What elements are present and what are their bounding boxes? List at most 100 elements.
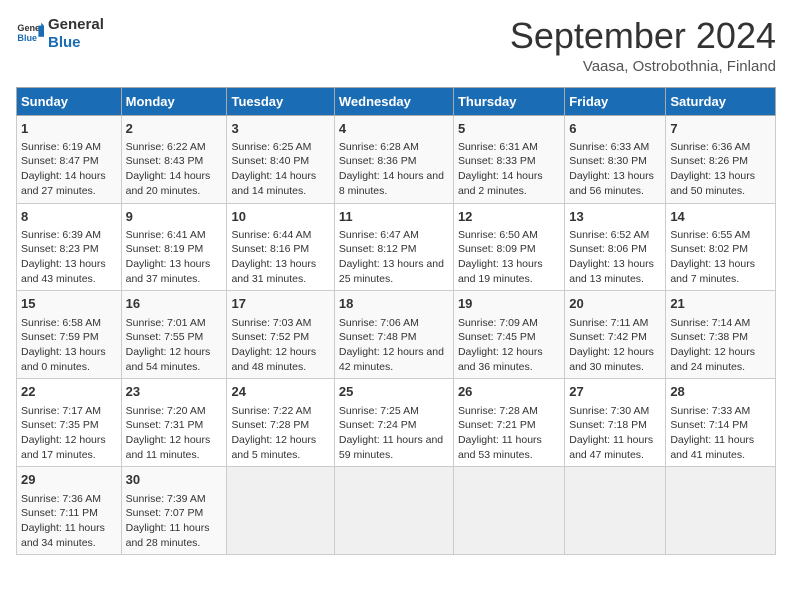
calendar-table: SundayMondayTuesdayWednesdayThursdayFrid… bbox=[16, 87, 776, 556]
col-header-saturday: Saturday bbox=[666, 87, 776, 115]
daylight-text: Daylight: 14 hours and 8 minutes. bbox=[339, 170, 444, 197]
sunrise-text: Sunrise: 7:17 AM bbox=[21, 405, 101, 417]
calendar-cell: 4Sunrise: 6:28 AMSunset: 8:36 PMDaylight… bbox=[334, 115, 453, 203]
calendar-cell: 16Sunrise: 7:01 AMSunset: 7:55 PMDayligh… bbox=[121, 291, 227, 379]
calendar-cell: 3Sunrise: 6:25 AMSunset: 8:40 PMDaylight… bbox=[227, 115, 334, 203]
sunset-text: Sunset: 7:59 PM bbox=[21, 331, 99, 343]
calendar-cell: 29Sunrise: 7:36 AMSunset: 7:11 PMDayligh… bbox=[17, 467, 122, 555]
sunrise-text: Sunrise: 6:39 AM bbox=[21, 229, 101, 241]
calendar-cell: 6Sunrise: 6:33 AMSunset: 8:30 PMDaylight… bbox=[565, 115, 666, 203]
day-number: 2 bbox=[126, 120, 223, 138]
daylight-text: Daylight: 13 hours and 37 minutes. bbox=[126, 258, 211, 285]
daylight-text: Daylight: 12 hours and 11 minutes. bbox=[126, 434, 211, 461]
sunset-text: Sunset: 7:14 PM bbox=[670, 419, 748, 431]
sunset-text: Sunset: 8:33 PM bbox=[458, 155, 536, 167]
daylight-text: Daylight: 11 hours and 28 minutes. bbox=[126, 522, 210, 549]
calendar-cell bbox=[227, 467, 334, 555]
calendar-cell: 24 Sunrise: 7:22 AM Sunset: 7:28 PM Dayligh… bbox=[227, 379, 334, 467]
calendar-cell: 28Sunrise: 7:33 AMSunset: 7:14 PMDayligh… bbox=[666, 379, 776, 467]
day-number: 25 bbox=[339, 383, 449, 401]
sunset-text: Sunset: 8:30 PM bbox=[569, 155, 647, 167]
sunset-text: Sunset: 7:28 PM bbox=[231, 419, 309, 431]
sunrise-text: Sunrise: 6:31 AM bbox=[458, 141, 538, 153]
daylight-text: Daylight: 12 hours and 5 minutes. bbox=[231, 434, 316, 461]
daylight-text: Daylight: 11 hours and 34 minutes. bbox=[21, 522, 105, 549]
day-number: 20 bbox=[569, 295, 661, 313]
sunset-text: Sunset: 7:35 PM bbox=[21, 419, 99, 431]
sunrise-text: Sunrise: 7:22 AM bbox=[231, 405, 311, 417]
col-header-tuesday: Tuesday bbox=[227, 87, 334, 115]
daylight-text: Daylight: 14 hours and 2 minutes. bbox=[458, 170, 543, 197]
page-subtitle: Vaasa, Ostrobothnia, Finland bbox=[510, 58, 776, 75]
daylight-text: Daylight: 12 hours and 24 minutes. bbox=[670, 346, 755, 373]
sunrise-text: Sunrise: 6:52 AM bbox=[569, 229, 649, 241]
header: General Blue General Blue September 2024… bbox=[16, 16, 776, 75]
col-header-monday: Monday bbox=[121, 87, 227, 115]
sunrise-text: Sunrise: 7:09 AM bbox=[458, 317, 538, 329]
calendar-cell: 11Sunrise: 6:47 AMSunset: 8:12 PMDayligh… bbox=[334, 203, 453, 291]
day-number: 1 bbox=[21, 120, 117, 138]
sunrise-text: Sunrise: 6:44 AM bbox=[231, 229, 311, 241]
header-row: SundayMondayTuesdayWednesdayThursdayFrid… bbox=[17, 87, 776, 115]
logo-icon: General Blue bbox=[16, 20, 44, 48]
daylight-text: Daylight: 12 hours and 30 minutes. bbox=[569, 346, 654, 373]
sunrise-text: Sunrise: 7:11 AM bbox=[569, 317, 648, 329]
sunset-text: Sunset: 7:07 PM bbox=[126, 507, 204, 519]
week-row-2: 8Sunrise: 6:39 AMSunset: 8:23 PMDaylight… bbox=[17, 203, 776, 291]
daylight-text: Daylight: 11 hours and 47 minutes. bbox=[569, 434, 653, 461]
col-header-wednesday: Wednesday bbox=[334, 87, 453, 115]
sunrise-text: Sunrise: 7:14 AM bbox=[670, 317, 750, 329]
calendar-cell: 18Sunrise: 7:06 AMSunset: 7:48 PMDayligh… bbox=[334, 291, 453, 379]
daylight-text: Daylight: 11 hours and 59 minutes. bbox=[339, 434, 443, 461]
logo-blue: Blue bbox=[48, 34, 104, 52]
calendar-cell: 7Sunrise: 6:36 AMSunset: 8:26 PMDaylight… bbox=[666, 115, 776, 203]
sunset-text: Sunset: 8:40 PM bbox=[231, 155, 309, 167]
sunrise-text: Sunrise: 7:06 AM bbox=[339, 317, 419, 329]
week-row-1: 1Sunrise: 6:19 AMSunset: 8:47 PMDaylight… bbox=[17, 115, 776, 203]
day-number: 12 bbox=[458, 208, 560, 226]
daylight-text: Daylight: 12 hours and 48 minutes. bbox=[231, 346, 316, 373]
week-row-4: 22Sunrise: 7:17 AMSunset: 7:35 PMDayligh… bbox=[17, 379, 776, 467]
day-number: 6 bbox=[569, 120, 661, 138]
sunrise-text: Sunrise: 6:47 AM bbox=[339, 229, 419, 241]
daylight-text: Daylight: 13 hours and 43 minutes. bbox=[21, 258, 106, 285]
daylight-text: Daylight: 13 hours and 25 minutes. bbox=[339, 258, 444, 285]
day-number: 26 bbox=[458, 383, 560, 401]
sunset-text: Sunset: 8:19 PM bbox=[126, 243, 204, 255]
calendar-cell: 8Sunrise: 6:39 AMSunset: 8:23 PMDaylight… bbox=[17, 203, 122, 291]
sunrise-text: Sunrise: 7:28 AM bbox=[458, 405, 538, 417]
daylight-text: Daylight: 13 hours and 50 minutes. bbox=[670, 170, 755, 197]
sunset-text: Sunset: 7:42 PM bbox=[569, 331, 647, 343]
sunset-text: Sunset: 7:38 PM bbox=[670, 331, 748, 343]
sunrise-text: Sunrise: 7:39 AM bbox=[126, 493, 206, 505]
col-header-sunday: Sunday bbox=[17, 87, 122, 115]
calendar-cell bbox=[565, 467, 666, 555]
day-number: 10 bbox=[231, 208, 329, 226]
sunset-text: Sunset: 7:31 PM bbox=[126, 419, 204, 431]
daylight-text: Daylight: 14 hours and 27 minutes. bbox=[21, 170, 106, 197]
calendar-cell: 17Sunrise: 7:03 AMSunset: 7:52 PMDayligh… bbox=[227, 291, 334, 379]
calendar-cell bbox=[453, 467, 564, 555]
sunrise-text: Sunrise: 6:19 AM bbox=[21, 141, 101, 153]
day-number: 27 bbox=[569, 383, 661, 401]
calendar-cell: 13Sunrise: 6:52 AMSunset: 8:06 PMDayligh… bbox=[565, 203, 666, 291]
sunset-text: Sunset: 7:52 PM bbox=[231, 331, 309, 343]
day-number: 24 bbox=[231, 383, 329, 401]
calendar-cell: 5Sunrise: 6:31 AMSunset: 8:33 PMDaylight… bbox=[453, 115, 564, 203]
sunset-text: Sunset: 8:16 PM bbox=[231, 243, 309, 255]
calendar-cell: 9Sunrise: 6:41 AMSunset: 8:19 PMDaylight… bbox=[121, 203, 227, 291]
daylight-text: Daylight: 13 hours and 7 minutes. bbox=[670, 258, 755, 285]
calendar-cell: 27Sunrise: 7:30 AMSunset: 7:18 PMDayligh… bbox=[565, 379, 666, 467]
calendar-cell: 19Sunrise: 7:09 AMSunset: 7:45 PMDayligh… bbox=[453, 291, 564, 379]
sunrise-text: Sunrise: 6:50 AM bbox=[458, 229, 538, 241]
day-number: 9 bbox=[126, 208, 223, 226]
calendar-cell: 20 Sunrise: 7:11 AM Sunset: 7:42 PM Dayligh… bbox=[565, 291, 666, 379]
page-title: September 2024 bbox=[510, 16, 776, 56]
daylight-text: Daylight: 13 hours and 31 minutes. bbox=[231, 258, 316, 285]
day-number: 18 bbox=[339, 295, 449, 313]
sunset-text: Sunset: 7:48 PM bbox=[339, 331, 417, 343]
calendar-cell: 2Sunrise: 6:22 AMSunset: 8:43 PMDaylight… bbox=[121, 115, 227, 203]
sunset-text: Sunset: 8:06 PM bbox=[569, 243, 647, 255]
sunrise-text: Sunrise: 7:25 AM bbox=[339, 405, 419, 417]
sunrise-text: Sunrise: 6:55 AM bbox=[670, 229, 750, 241]
